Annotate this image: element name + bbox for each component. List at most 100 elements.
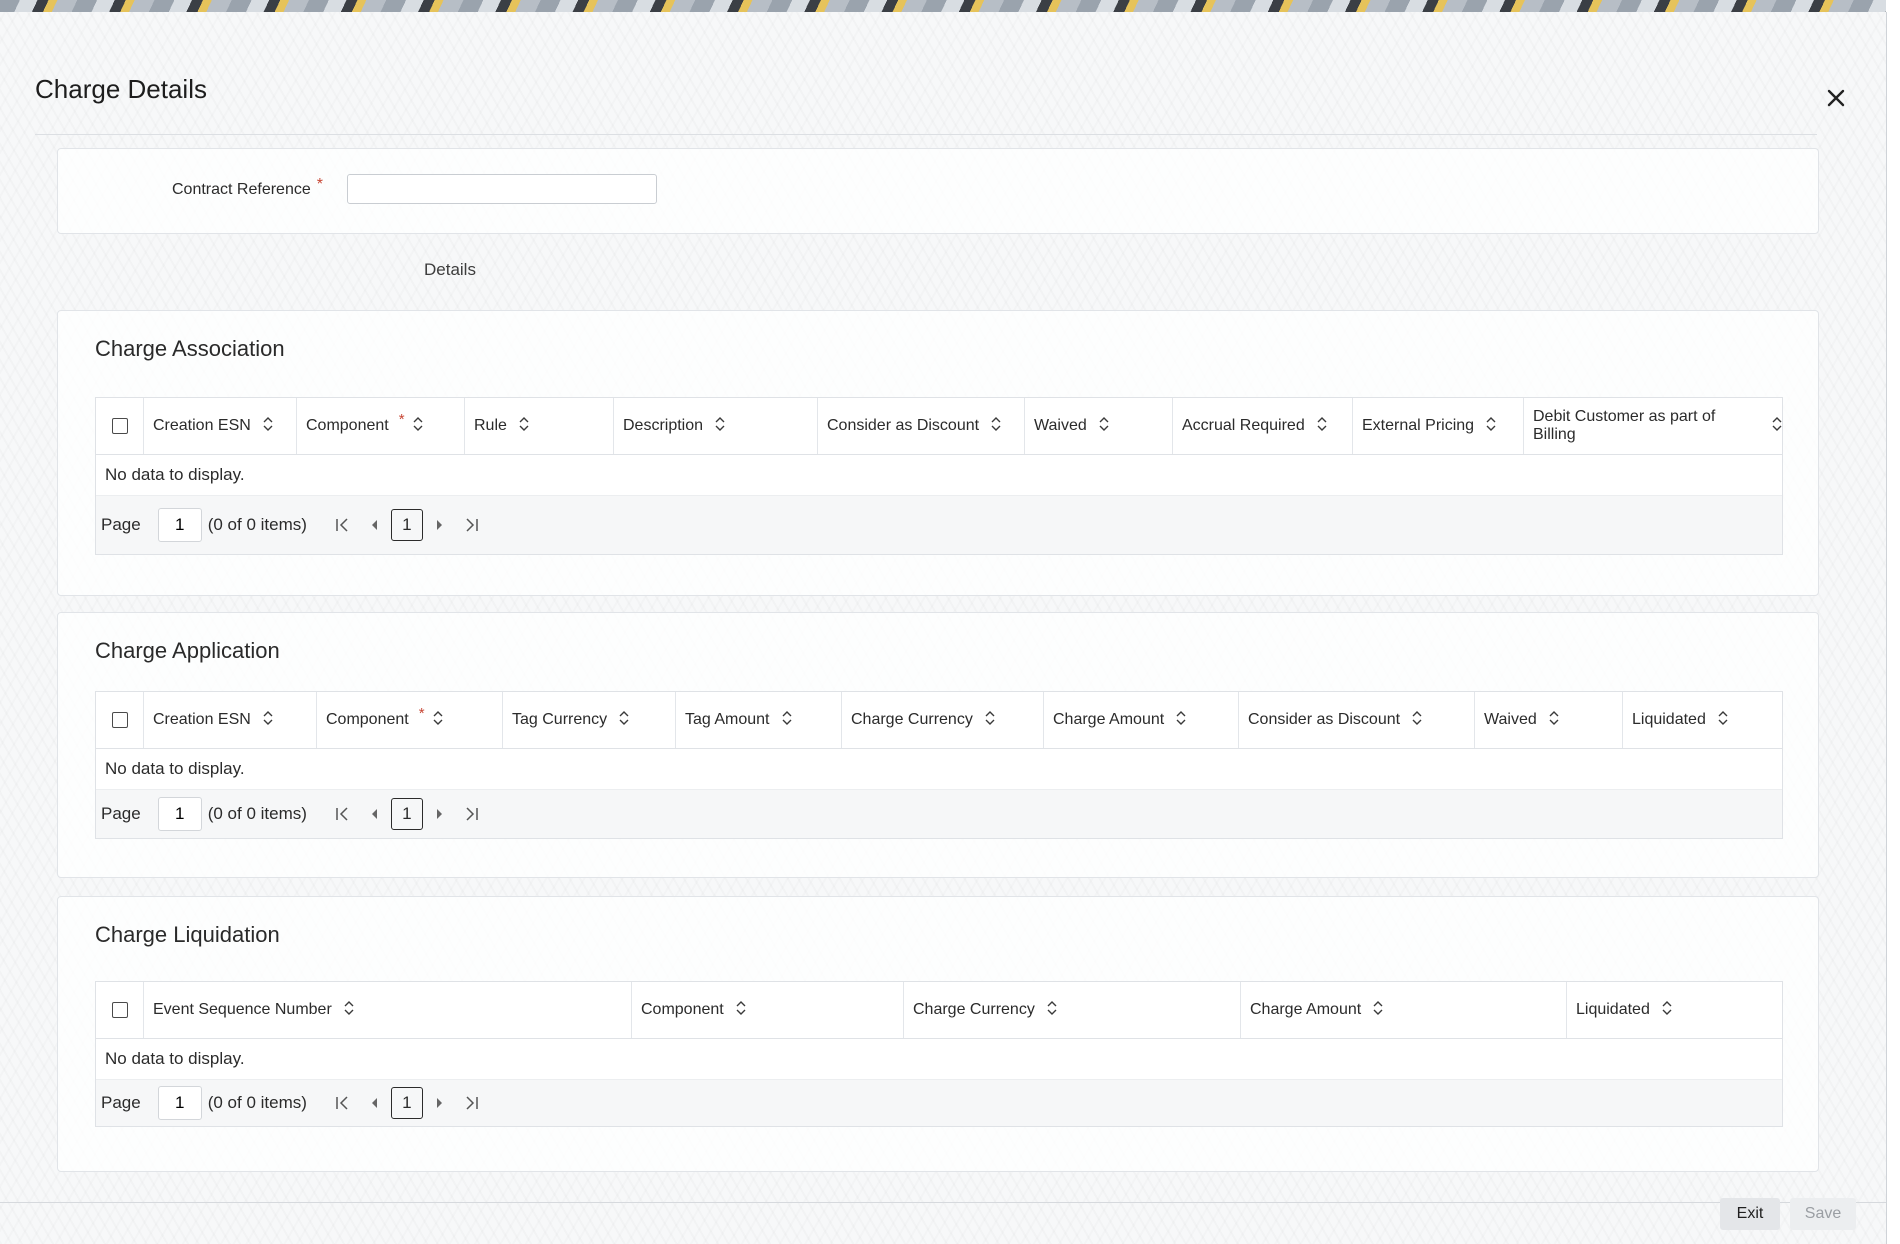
col-charge-amount[interactable]: Charge Amount: [1044, 692, 1239, 748]
next-page-button[interactable]: [429, 803, 451, 825]
col-description[interactable]: Description: [614, 398, 818, 454]
sort-icon[interactable]: [1718, 710, 1728, 731]
contract-reference-input[interactable]: [347, 174, 657, 204]
item-count: (0 of 0 items): [207, 1093, 307, 1112]
sort-icon[interactable]: [263, 416, 273, 437]
col-component[interactable]: Component: [632, 982, 904, 1038]
last-page-button[interactable]: [461, 1092, 483, 1114]
charge-association-grid: Creation ESN Component * Rule Description…: [95, 397, 1783, 555]
sort-icon[interactable]: [1176, 710, 1186, 731]
sort-icon[interactable]: [991, 416, 1001, 437]
select-all-checkbox[interactable]: [111, 712, 128, 728]
sort-icon[interactable]: [782, 710, 792, 731]
col-charge-currency[interactable]: Charge Currency: [904, 982, 1241, 1038]
sort-icon[interactable]: [1373, 1000, 1383, 1021]
col-accrual-required[interactable]: Accrual Required: [1173, 398, 1353, 454]
top-banner: [0, 0, 1886, 12]
sort-icon[interactable]: [1317, 416, 1327, 437]
col-liquidated[interactable]: Liquidated: [1623, 692, 1782, 748]
tab-details[interactable]: Details: [424, 260, 476, 280]
last-page-button[interactable]: [461, 514, 483, 536]
item-count: (0 of 0 items): [207, 515, 307, 534]
page-number-input[interactable]: [157, 1086, 202, 1120]
col-label: Liquidated: [1632, 711, 1706, 728]
contract-reference-label-text: Contract Reference: [172, 181, 311, 198]
previous-page-button[interactable]: [363, 803, 385, 825]
col-event-sequence-number[interactable]: Event Sequence Number: [144, 982, 632, 1038]
sort-icon[interactable]: [619, 710, 629, 731]
col-creation-esn[interactable]: Creation ESN: [144, 398, 297, 454]
current-page[interactable]: 1: [390, 798, 423, 830]
sort-icon[interactable]: [985, 710, 995, 731]
col-charge-currency[interactable]: Charge Currency: [842, 692, 1044, 748]
sort-icon[interactable]: [1099, 416, 1109, 437]
first-page-button[interactable]: [331, 803, 353, 825]
next-page-button[interactable]: [429, 514, 451, 536]
section-title-charge-liquidation: Charge Liquidation: [95, 922, 280, 947]
col-liquidated[interactable]: Liquidated: [1567, 982, 1782, 1038]
sort-icon[interactable]: [1486, 416, 1496, 437]
sort-icon[interactable]: [1047, 1000, 1057, 1021]
select-all-cell: [96, 398, 144, 454]
previous-page-icon: [371, 1098, 377, 1108]
sort-icon[interactable]: [715, 416, 725, 437]
sort-icon[interactable]: [519, 416, 529, 437]
sort-icon[interactable]: [413, 416, 423, 437]
current-page[interactable]: 1: [390, 1087, 423, 1119]
col-debit-customer-as-part-of-billing[interactable]: Debit Customer as part of Billing: [1524, 398, 1782, 454]
sort-icon[interactable]: [1662, 1000, 1672, 1021]
sort-icon[interactable]: [433, 710, 443, 731]
col-component[interactable]: Component *: [297, 398, 465, 454]
col-rule[interactable]: Rule: [465, 398, 614, 454]
col-consider-as-discount[interactable]: Consider as Discount: [818, 398, 1025, 454]
item-count: (0 of 0 items): [207, 804, 307, 823]
col-label: Component: [641, 1001, 724, 1018]
col-external-pricing[interactable]: External Pricing: [1353, 398, 1524, 454]
last-page-icon: [466, 807, 478, 821]
select-all-checkbox[interactable]: [111, 418, 128, 434]
sort-icon[interactable]: [344, 1000, 354, 1021]
col-label: Charge Currency: [913, 1001, 1035, 1018]
select-all-checkbox[interactable]: [111, 1002, 128, 1018]
current-page[interactable]: 1: [390, 509, 423, 541]
last-page-button[interactable]: [461, 803, 483, 825]
grid-header: Creation ESN Component * Tag Currency Tag…: [96, 692, 1782, 749]
col-component[interactable]: Component *: [317, 692, 503, 748]
title-divider: [35, 134, 1817, 135]
first-page-button[interactable]: [331, 1092, 353, 1114]
col-label: Rule: [474, 417, 507, 434]
charge-liquidation-panel: Charge Liquidation Event Sequence Number…: [57, 896, 1819, 1172]
next-page-button[interactable]: [429, 1092, 451, 1114]
col-charge-amount[interactable]: Charge Amount: [1241, 982, 1567, 1038]
col-label: Creation ESN: [153, 417, 251, 434]
col-tag-amount[interactable]: Tag Amount: [676, 692, 842, 748]
previous-page-icon: [371, 809, 377, 819]
sort-icon[interactable]: [1549, 710, 1559, 731]
footer-divider: [0, 1202, 1886, 1203]
previous-page-button[interactable]: [363, 1092, 385, 1114]
exit-button[interactable]: Exit: [1720, 1198, 1780, 1230]
next-page-icon: [436, 520, 442, 530]
first-page-button[interactable]: [331, 514, 353, 536]
col-waived[interactable]: Waived: [1475, 692, 1623, 748]
dialog-title: Charge Details: [35, 74, 207, 104]
col-label: Description: [623, 417, 704, 434]
section-title-charge-association: Charge Association: [95, 336, 285, 361]
col-tag-currency[interactable]: Tag Currency: [503, 692, 676, 748]
sort-icon[interactable]: [1772, 416, 1782, 437]
col-waived[interactable]: Waived: [1025, 398, 1173, 454]
col-consider-as-discount[interactable]: Consider as Discount: [1239, 692, 1475, 748]
select-all-cell: [96, 982, 144, 1038]
page-number-input[interactable]: [157, 797, 202, 831]
previous-page-button[interactable]: [363, 514, 385, 536]
col-label: Waived: [1484, 711, 1537, 728]
page-number-input[interactable]: [157, 508, 202, 542]
sort-icon[interactable]: [1412, 710, 1422, 731]
sort-icon[interactable]: [736, 1000, 746, 1021]
close-button[interactable]: [1822, 84, 1850, 112]
sort-icon[interactable]: [263, 710, 273, 731]
col-creation-esn[interactable]: Creation ESN: [144, 692, 317, 748]
col-label: Component: [326, 711, 409, 728]
col-label: Consider as Discount: [827, 417, 980, 434]
save-button[interactable]: Save: [1790, 1198, 1856, 1230]
